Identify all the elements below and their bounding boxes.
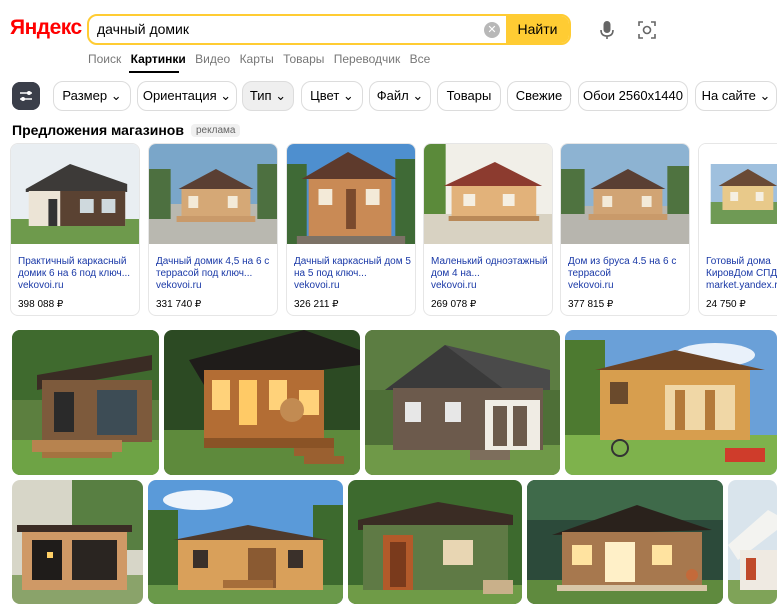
offer-card[interactable]: Дачный каркасный дом 5 на 5 под ключ... … xyxy=(286,143,416,316)
house-image xyxy=(12,330,159,475)
search-box[interactable]: дачный домик ✕ Найти xyxy=(87,14,571,45)
clear-icon[interactable]: ✕ xyxy=(484,22,500,38)
offer-shop[interactable]: market.yandex.r xyxy=(706,280,777,291)
offers-section-title: Предложения магазинов xyxy=(12,122,184,138)
yandex-logo[interactable]: Яндекс xyxy=(10,16,82,40)
house-image xyxy=(148,480,343,604)
logo-text: Яндекс xyxy=(10,16,82,39)
offer-image xyxy=(149,144,277,244)
filter-type-label: Тип xyxy=(249,88,272,103)
house-image xyxy=(527,480,723,604)
result-image[interactable] xyxy=(148,480,343,604)
house-image xyxy=(12,480,143,604)
offer-price: 24 750 ₽ xyxy=(706,299,746,310)
offer-card[interactable]: Практичный каркасный домик 6 на 6 под кл… xyxy=(10,143,140,316)
result-image[interactable] xyxy=(565,330,777,475)
house-image xyxy=(728,480,777,604)
service-translator[interactable]: Переводчик xyxy=(334,52,401,66)
chevron-down-icon: ⌄ xyxy=(342,88,354,103)
filter-type[interactable]: Тип ⌄ xyxy=(242,81,294,111)
image-search-icon[interactable] xyxy=(637,20,657,40)
filter-color[interactable]: Цвет ⌄ xyxy=(301,81,363,111)
house-image xyxy=(348,480,522,604)
result-image[interactable] xyxy=(12,480,143,604)
filter-settings-icon[interactable] xyxy=(12,82,40,110)
microphone-icon[interactable] xyxy=(600,20,614,40)
service-goods[interactable]: Товары xyxy=(283,52,324,66)
offer-title[interactable]: Дачный каркасный дом 5 на 5 под ключ... xyxy=(294,256,414,280)
offer-card[interactable]: Готовый дома КировДом СПД market.yandex.… xyxy=(698,143,777,316)
offer-title[interactable]: Практичный каркасный домик 6 на 6 под кл… xyxy=(18,256,138,280)
result-image[interactable] xyxy=(164,330,360,475)
offer-image xyxy=(287,144,415,244)
filter-size[interactable]: Размер ⌄ xyxy=(53,81,131,111)
search-input[interactable]: дачный домик xyxy=(97,21,189,37)
offer-image xyxy=(424,144,552,244)
filter-file-label: Файл xyxy=(376,88,409,103)
offer-image xyxy=(699,144,777,244)
house-image xyxy=(365,330,560,475)
offer-price: 377 815 ₽ xyxy=(568,299,614,310)
house-image xyxy=(164,330,360,475)
ad-badge: реклама xyxy=(191,124,241,137)
services-nav: Поиск Картинки Видео Карты Товары Перево… xyxy=(88,52,436,66)
offer-title[interactable]: Дом из бруса 4.5 на 6 с террасой xyxy=(568,256,688,280)
service-images[interactable]: Картинки xyxy=(131,52,186,66)
offer-price: 269 078 ₽ xyxy=(431,299,477,310)
offer-price: 331 740 ₽ xyxy=(156,299,202,310)
filter-file[interactable]: Файл ⌄ xyxy=(369,81,431,111)
service-video[interactable]: Видео xyxy=(195,52,230,66)
filter-goods[interactable]: Товары xyxy=(437,81,501,111)
filter-wallpaper-label: Обои 2560x1440 xyxy=(582,88,683,103)
result-image[interactable] xyxy=(12,330,159,475)
chevron-down-icon: ⌄ xyxy=(220,88,232,103)
offer-shop[interactable]: vekovoi.ru xyxy=(568,280,614,291)
active-tab-underline xyxy=(129,71,179,73)
offer-shop[interactable]: vekovoi.ru xyxy=(18,280,64,291)
chevron-down-icon: ⌄ xyxy=(110,88,122,103)
offer-image xyxy=(11,144,139,244)
offer-image xyxy=(561,144,689,244)
offer-title[interactable]: Маленький одноэтажный дом 4 на... xyxy=(431,256,551,280)
offer-shop[interactable]: vekovoi.ru xyxy=(431,280,477,291)
result-image[interactable] xyxy=(728,480,777,604)
filter-size-label: Размер xyxy=(62,88,108,103)
offer-price: 326 211 ₽ xyxy=(294,299,339,310)
offer-shop[interactable]: vekovoi.ru xyxy=(294,280,340,291)
filter-orientation-label: Ориентация xyxy=(142,88,217,103)
filter-fresh[interactable]: Свежие xyxy=(507,81,571,111)
offer-card[interactable]: Маленький одноэтажный дом 4 на... vekovo… xyxy=(423,143,553,316)
service-all[interactable]: Все xyxy=(410,52,431,66)
filter-on-site[interactable]: На сайте ⌄ xyxy=(695,81,777,111)
offer-shop[interactable]: vekovoi.ru xyxy=(156,280,202,291)
chevron-down-icon: ⌄ xyxy=(275,88,287,103)
find-button[interactable]: Найти xyxy=(506,16,569,43)
offer-title[interactable]: Дачный домик 4,5 на 6 с террасой под клю… xyxy=(156,256,276,280)
filter-goods-label: Товары xyxy=(446,88,492,103)
service-search[interactable]: Поиск xyxy=(88,52,121,66)
offer-price: 398 088 ₽ xyxy=(18,299,64,310)
filter-orientation[interactable]: Ориентация ⌄ xyxy=(137,81,237,111)
filter-wallpaper[interactable]: Обои 2560x1440 xyxy=(578,81,688,111)
result-image[interactable] xyxy=(527,480,723,604)
offer-title[interactable]: Готовый дома КировДом СПД xyxy=(706,256,777,280)
filter-fresh-label: Свежие xyxy=(515,88,563,103)
filter-on-site-label: На сайте xyxy=(701,88,756,103)
service-maps[interactable]: Карты xyxy=(240,52,274,66)
result-image[interactable] xyxy=(365,330,560,475)
result-image[interactable] xyxy=(348,480,522,604)
offer-card[interactable]: Дачный домик 4,5 на 6 с террасой под клю… xyxy=(148,143,278,316)
header: Яндекс дачный домик ✕ Найти Поиск Картин… xyxy=(0,0,777,73)
chevron-down-icon: ⌄ xyxy=(412,88,424,103)
offer-card[interactable]: Дом из бруса 4.5 на 6 с террасой vekovoi… xyxy=(560,143,690,316)
house-image xyxy=(565,330,777,475)
chevron-down-icon: ⌄ xyxy=(759,88,771,103)
filter-color-label: Цвет xyxy=(310,88,340,103)
